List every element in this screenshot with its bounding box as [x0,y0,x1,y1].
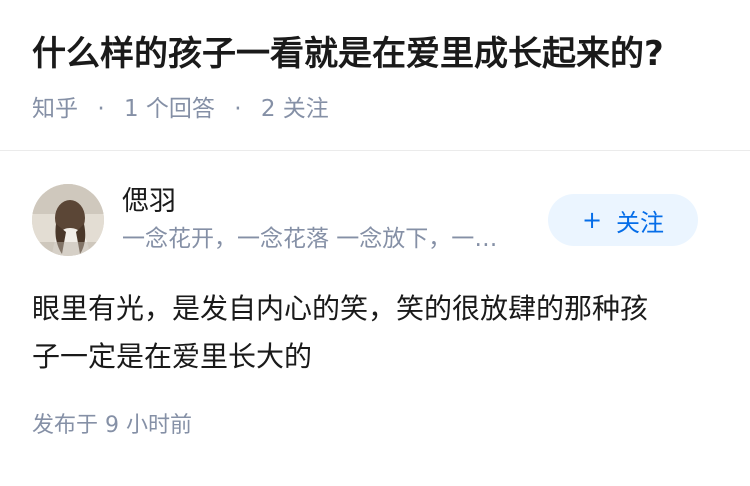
author-name[interactable]: 偲羽 [122,185,542,219]
question-title[interactable]: 什么样的孩子一看就是在爱里成长起来的? [32,30,718,78]
publish-time: 发布于 9 小时前 [32,413,192,438]
author-bio: 一念花开，一念花落 一念放下，一念... [122,226,512,252]
follow-button-label: 关注 [616,208,665,237]
meta-separator: · [97,96,105,122]
follow-count[interactable]: 2 关注 [261,96,329,122]
answer-card: 偲羽 一念花开，一念花落 一念放下，一念... + 关注 眼里有光，是发自内心的… [0,151,750,441]
answer-count[interactable]: 1 个回答 [124,96,215,122]
question-header: 什么样的孩子一看就是在爱里成长起来的? 知乎 · 1 个回答 · 2 关注 [0,0,750,122]
avatar[interactable] [32,184,104,256]
plus-icon: + [581,206,603,234]
author-info: 偲羽 一念花开，一念花落 一念放下，一念... [122,185,542,255]
answer-text-line: 眼里有光，是发自内心的笑，笑的很放肆的那种孩 [32,292,649,325]
source-label[interactable]: 知乎 [32,96,78,122]
meta-separator: · [234,96,242,122]
follow-button[interactable]: + 关注 [548,194,698,246]
answer-content[interactable]: 眼里有光，是发自内心的笑，笑的很放肆的那种孩 子一定是在爱里长大的 [32,285,718,381]
answer-text-line: 子一定是在爱里长大的 [32,340,313,373]
question-meta: 知乎 · 1 个回答 · 2 关注 [32,94,718,124]
